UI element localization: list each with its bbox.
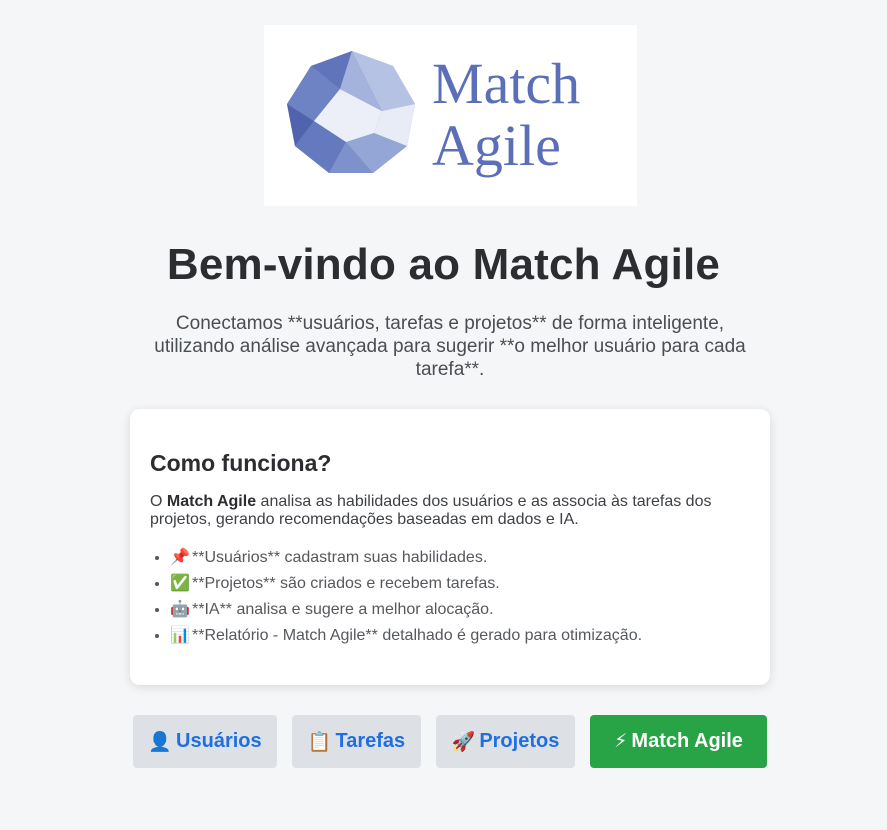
match-agile-button[interactable]: ⚡ Match Agile: [590, 715, 767, 768]
how-it-works-card: Como funciona? O Match Agile analisa as …: [130, 409, 770, 685]
steps-list: 📌**Usuários** cadastram suas habilidades…: [150, 549, 642, 653]
desc-prefix: O: [150, 493, 167, 510]
users-button-label: Usuários: [176, 730, 262, 752]
tasks-button[interactable]: 📋 Tarefas: [292, 715, 421, 768]
users-button[interactable]: 👤 Usuários: [133, 715, 277, 768]
user-icon: 👤: [148, 731, 173, 753]
desc-brand: Match Agile: [166, 493, 257, 510]
logo-graphic: Match Agile: [287, 51, 580, 178]
logo-word-agile: Agile: [432, 113, 561, 178]
page: Match Agile Bem-vindo ao Match Agile Con…: [0, 0, 887, 830]
robot-icon: 🤖: [170, 601, 190, 618]
match-agile-logo: Match Agile: [264, 25, 637, 206]
logo-word-match: Match: [432, 51, 580, 116]
intro-text: Conectamos **usuários, tarefas e projeto…: [154, 313, 746, 380]
lightning-icon: ⚡: [614, 731, 628, 752]
projects-button[interactable]: 🚀 Projetos: [436, 715, 575, 768]
bar-chart-icon: 📊: [170, 627, 190, 644]
list-item-text: **Relatório - Match Agile** detalhado é …: [192, 627, 643, 644]
list-item-text: **Projetos** são criados e recebem taref…: [192, 575, 500, 592]
tasks-button-label: Tarefas: [335, 730, 406, 752]
list-item-text: **IA** analisa e sugere a melhor alocaçã…: [192, 601, 494, 618]
how-it-works-description: O Match Agile analisa as habilidades dos…: [150, 493, 750, 529]
list-item: ✅**Projetos** são criados e recebem tare…: [170, 575, 642, 601]
heptagon-mark-icon: [287, 51, 415, 173]
check-mark-icon: ✅: [170, 575, 190, 592]
how-it-works-title: Como funciona?: [150, 450, 332, 476]
list-item: 📊**Relatório - Match Agile** detalhado é…: [170, 627, 642, 653]
match-agile-button-label: Match Agile: [631, 730, 743, 752]
rocket-icon: 🚀: [451, 731, 476, 753]
projects-button-label: Projetos: [479, 730, 560, 752]
list-item: 📌**Usuários** cadastram suas habilidades…: [170, 549, 642, 575]
list-item-text: **Usuários** cadastram suas habilidades.: [192, 549, 488, 566]
page-title: Bem-vindo ao Match Agile: [166, 240, 721, 289]
list-item: 🤖**IA** analisa e sugere a melhor alocaç…: [170, 601, 642, 627]
clipboard-icon: 📋: [307, 731, 332, 753]
pushpin-icon: 📌: [170, 549, 190, 566]
